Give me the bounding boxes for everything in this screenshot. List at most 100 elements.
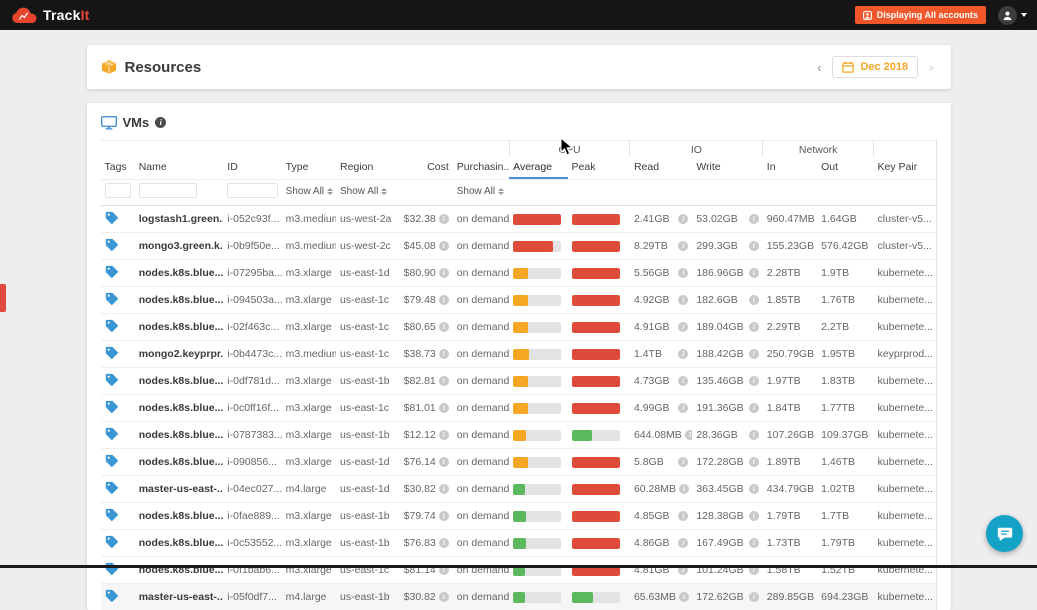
- tag-icon[interactable]: [105, 562, 118, 575]
- brand-logo[interactable]: TrackIt: [10, 7, 90, 24]
- cpu-average-bar[interactable]: [513, 241, 561, 252]
- write-info-icon[interactable]: [749, 214, 759, 224]
- read-info-icon[interactable]: [679, 592, 689, 602]
- write-info-icon[interactable]: [749, 295, 759, 305]
- date-selector[interactable]: Dec 2018: [832, 56, 918, 78]
- cost-info-icon[interactable]: [439, 214, 449, 224]
- cpu-peak-bar[interactable]: [572, 538, 620, 549]
- read-info-icon[interactable]: [678, 295, 688, 305]
- col-header-io-read[interactable]: Read: [630, 157, 692, 180]
- vm-table-row[interactable]: nodes.k8s.blue... i-02f463c... m3.xlarge…: [101, 314, 937, 341]
- tags-filter-input[interactable]: [105, 183, 131, 198]
- cpu-average-bar[interactable]: [513, 457, 561, 468]
- col-header-purchasing[interactable]: Purchasin...: [453, 157, 509, 180]
- cpu-peak-bar[interactable]: [572, 322, 620, 333]
- id-filter-input[interactable]: [227, 183, 277, 198]
- cpu-peak-bar[interactable]: [572, 511, 620, 522]
- cpu-peak-bar[interactable]: [572, 268, 620, 279]
- cpu-average-bar[interactable]: [513, 403, 561, 414]
- read-info-icon[interactable]: [685, 430, 693, 440]
- next-month-button[interactable]: ›: [926, 59, 936, 76]
- write-info-icon[interactable]: [749, 403, 759, 413]
- read-info-icon[interactable]: [678, 538, 688, 548]
- region-filter-select[interactable]: Show All: [340, 186, 387, 197]
- tag-icon[interactable]: [105, 373, 118, 386]
- cost-info-icon[interactable]: [439, 592, 449, 602]
- vms-info-icon[interactable]: [155, 117, 166, 128]
- cpu-peak-bar[interactable]: [572, 214, 620, 225]
- tag-icon[interactable]: [105, 265, 118, 278]
- write-info-icon[interactable]: [749, 322, 759, 332]
- vm-table-row[interactable]: nodes.k8s.blue... i-0787383... m3.xlarge…: [101, 422, 937, 449]
- tag-icon[interactable]: [105, 427, 118, 440]
- read-info-icon[interactable]: [678, 322, 688, 332]
- tag-icon[interactable]: [105, 481, 118, 494]
- vm-table-row[interactable]: nodes.k8s.blue... i-094503a... m3.xlarge…: [101, 287, 937, 314]
- cost-info-icon[interactable]: [439, 484, 449, 494]
- col-header-cost[interactable]: Cost: [394, 157, 452, 180]
- cost-info-icon[interactable]: [439, 403, 449, 413]
- cost-info-icon[interactable]: [439, 430, 449, 440]
- col-header-name[interactable]: Name: [135, 157, 224, 180]
- tag-icon[interactable]: [105, 292, 118, 305]
- col-header-cpu-average[interactable]: Average: [509, 157, 567, 180]
- cpu-average-bar[interactable]: [513, 214, 561, 225]
- cpu-peak-bar[interactable]: [572, 430, 620, 441]
- type-filter-select[interactable]: Show All: [286, 186, 333, 197]
- read-info-icon[interactable]: [678, 403, 688, 413]
- vm-table-row[interactable]: mongo3.green.k... i-0b9f50e... m3.medium…: [101, 233, 937, 260]
- read-info-icon[interactable]: [678, 268, 688, 278]
- cpu-average-bar[interactable]: [513, 268, 561, 279]
- read-info-icon[interactable]: [678, 349, 688, 359]
- read-info-icon[interactable]: [679, 484, 689, 494]
- tag-icon[interactable]: [105, 211, 118, 224]
- col-header-region[interactable]: Region: [336, 157, 394, 180]
- tag-icon[interactable]: [105, 346, 118, 359]
- cpu-peak-bar[interactable]: [572, 484, 620, 495]
- write-info-icon[interactable]: [749, 241, 759, 251]
- side-feedback-tab[interactable]: [0, 284, 6, 312]
- cost-info-icon[interactable]: [439, 322, 449, 332]
- vm-table-row[interactable]: nodes.k8s.blue... i-0df781d... m3.xlarge…: [101, 368, 937, 395]
- vm-table-row[interactable]: nodes.k8s.blue... i-0c0ff16f... m3.xlarg…: [101, 395, 937, 422]
- cost-info-icon[interactable]: [439, 457, 449, 467]
- cpu-average-bar[interactable]: [513, 592, 561, 603]
- tag-icon[interactable]: [105, 238, 118, 251]
- write-info-icon[interactable]: [749, 457, 759, 467]
- vm-table-row[interactable]: nodes.k8s.blue... i-090856... m3.xlarge …: [101, 449, 937, 476]
- cpu-average-bar[interactable]: [513, 349, 561, 360]
- cpu-average-bar[interactable]: [513, 376, 561, 387]
- cpu-peak-bar[interactable]: [572, 403, 620, 414]
- cpu-peak-bar[interactable]: [572, 295, 620, 306]
- cpu-peak-bar[interactable]: [572, 592, 620, 603]
- cpu-average-bar[interactable]: [513, 322, 561, 333]
- read-info-icon[interactable]: [678, 214, 688, 224]
- write-info-icon[interactable]: [749, 538, 759, 548]
- col-header-tags[interactable]: Tags: [101, 157, 135, 180]
- vm-table-row[interactable]: nodes.k8s.blue... i-0c53552... m3.xlarge…: [101, 530, 937, 557]
- read-info-icon[interactable]: [678, 241, 688, 251]
- write-info-icon[interactable]: [749, 592, 759, 602]
- tag-icon[interactable]: [105, 454, 118, 467]
- vm-table-row[interactable]: nodes.k8s.blue... i-0f1bab6... m3.xlarge…: [101, 557, 937, 584]
- write-info-icon[interactable]: [749, 349, 759, 359]
- cpu-peak-bar[interactable]: [572, 349, 620, 360]
- vm-table-row[interactable]: master-us-east-... i-05f0df7... m4.large…: [101, 584, 937, 610]
- cpu-average-bar[interactable]: [513, 484, 561, 495]
- col-header-network-in[interactable]: In: [763, 157, 817, 180]
- tag-icon[interactable]: [105, 535, 118, 548]
- purchasing-filter-select[interactable]: Show All: [457, 186, 504, 197]
- cost-info-icon[interactable]: [439, 241, 449, 251]
- tag-icon[interactable]: [105, 508, 118, 521]
- cpu-peak-bar[interactable]: [572, 457, 620, 468]
- cost-info-icon[interactable]: [439, 538, 449, 548]
- write-info-icon[interactable]: [749, 511, 759, 521]
- cpu-average-bar[interactable]: [513, 430, 561, 441]
- read-info-icon[interactable]: [678, 511, 688, 521]
- tag-icon[interactable]: [105, 400, 118, 413]
- cpu-average-bar[interactable]: [513, 295, 561, 306]
- vm-table-row[interactable]: nodes.k8s.blue... i-0fae889... m3.xlarge…: [101, 503, 937, 530]
- vm-table-row[interactable]: nodes.k8s.blue... i-07295ba... m3.xlarge…: [101, 260, 937, 287]
- cpu-average-bar[interactable]: [513, 511, 561, 522]
- read-info-icon[interactable]: [678, 457, 688, 467]
